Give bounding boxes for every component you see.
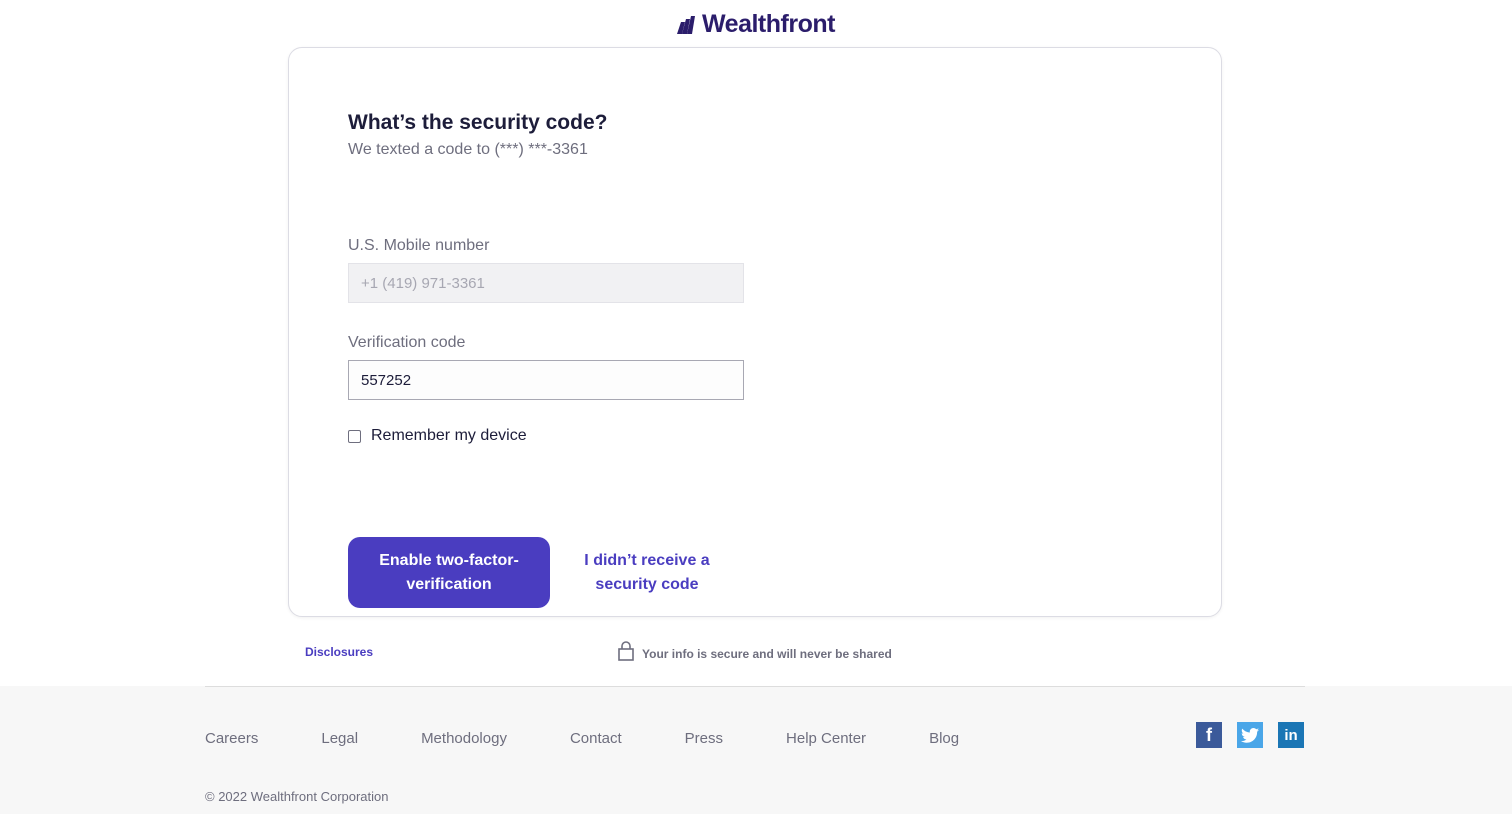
security-code-card: What’s the security code? We texted a co…	[288, 47, 1222, 617]
facebook-icon[interactable]: f	[1196, 722, 1222, 748]
lock-icon	[618, 641, 634, 666]
secure-info-text: Your info is secure and will never be sh…	[642, 646, 892, 661]
subtitle: We texted a code to (***) ***-3361	[348, 141, 588, 158]
resend-code-link[interactable]: I didn’t receive a security code	[580, 537, 714, 608]
page-title: What’s the security code?	[348, 111, 608, 134]
footer-links: Careers Legal Methodology Contact Press …	[205, 729, 1022, 749]
twitter-icon[interactable]	[1237, 722, 1263, 748]
footer-link-legal[interactable]: Legal	[321, 729, 358, 749]
footer-link-help-center[interactable]: Help Center	[786, 729, 866, 749]
below-card-row: Disclosures Your info is secure and will…	[305, 641, 1205, 665]
linkedin-icon[interactable]: in	[1278, 722, 1304, 748]
wealthfront-logo-icon	[677, 15, 696, 34]
remember-device-row[interactable]: Remember my device	[348, 427, 527, 445]
page: Wealthfront What’s the security code? We…	[0, 0, 1512, 814]
footer-divider	[205, 686, 1305, 687]
remember-device-label[interactable]: Remember my device	[371, 427, 527, 445]
secure-info: Your info is secure and will never be sh…	[618, 641, 892, 666]
footer-link-press[interactable]: Press	[685, 729, 723, 749]
verification-code-input[interactable]	[348, 360, 744, 400]
copyright: © 2022 Wealthfront Corporation	[205, 789, 389, 804]
mobile-number-label: U.S. Mobile number	[348, 237, 490, 254]
disclosures-link[interactable]: Disclosures	[305, 645, 373, 659]
social-links: f in	[1196, 722, 1304, 748]
mobile-number-field	[348, 263, 744, 303]
logo[interactable]: Wealthfront	[0, 10, 1512, 39]
footer-link-blog[interactable]: Blog	[929, 729, 959, 749]
enable-two-factor-button[interactable]: Enable two-factor-verification	[348, 537, 550, 608]
verification-code-label: Verification code	[348, 334, 466, 351]
footer: Careers Legal Methodology Contact Press …	[0, 686, 1512, 814]
logo-text: Wealthfront	[702, 10, 835, 38]
form-container: What’s the security code? We texted a co…	[348, 110, 768, 608]
footer-link-careers[interactable]: Careers	[205, 729, 258, 749]
footer-link-contact[interactable]: Contact	[570, 729, 622, 749]
footer-link-methodology[interactable]: Methodology	[421, 729, 507, 749]
remember-device-checkbox[interactable]	[348, 429, 361, 443]
